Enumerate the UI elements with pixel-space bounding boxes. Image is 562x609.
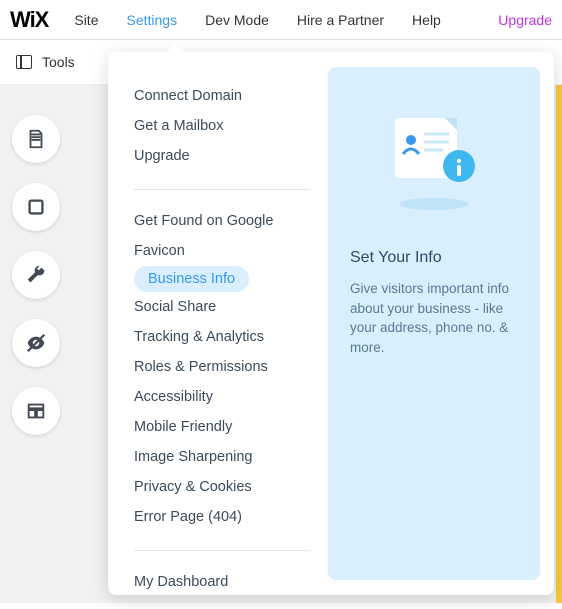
page-icon <box>25 128 47 150</box>
menu-upgrade[interactable]: Upgrade <box>134 141 200 171</box>
eye-off-icon <box>25 332 47 354</box>
nav-hire-partner[interactable]: Hire a Partner <box>297 12 384 28</box>
menu-divider <box>134 189 309 190</box>
menu-accessibility[interactable]: Accessibility <box>134 382 223 412</box>
menu-get-mailbox[interactable]: Get a Mailbox <box>134 111 233 141</box>
nav-upgrade[interactable]: Upgrade <box>498 12 552 28</box>
scroll-strip <box>556 85 562 603</box>
menu-error-page[interactable]: Error Page (404) <box>134 502 252 532</box>
wrench-icon <box>25 264 47 286</box>
menu-privacy[interactable]: Privacy & Cookies <box>134 472 262 502</box>
nav-site[interactable]: Site <box>74 12 98 28</box>
workspace: Connect Domain Get a Mailbox Upgrade Get… <box>0 85 562 603</box>
settings-group-1: Connect Domain Get a Mailbox Upgrade <box>134 75 328 183</box>
panel-icon <box>16 55 32 69</box>
icon-rail <box>12 115 60 435</box>
settings-menu: Connect Domain Get a Mailbox Upgrade Get… <box>118 67 328 580</box>
rail-tools-button[interactable] <box>12 251 60 299</box>
nav-help[interactable]: Help <box>412 12 441 28</box>
rail-layout-button[interactable] <box>12 387 60 435</box>
nav-settings[interactable]: Settings <box>126 12 177 28</box>
settings-dropdown: Connect Domain Get a Mailbox Upgrade Get… <box>108 52 554 595</box>
settings-preview: Set Your Info Give visitors important in… <box>328 67 540 580</box>
info-card-icon <box>369 104 499 214</box>
nav-dev-mode[interactable]: Dev Mode <box>205 12 269 28</box>
settings-group-3: My Dashboard <box>134 561 328 609</box>
top-nav: Site Settings Dev Mode Hire a Partner He… <box>74 12 552 28</box>
layout-icon <box>25 400 47 422</box>
rail-hide-button[interactable] <box>12 319 60 367</box>
wix-logo: WiX <box>10 7 48 33</box>
menu-mobile[interactable]: Mobile Friendly <box>134 412 242 442</box>
topbar: WiX Site Settings Dev Mode Hire a Partne… <box>0 0 562 40</box>
menu-divider-2 <box>134 550 309 551</box>
preview-illustration <box>350 99 518 219</box>
rail-background-button[interactable] <box>12 183 60 231</box>
preview-description: Give visitors important info about your … <box>350 279 518 357</box>
menu-social-share[interactable]: Social Share <box>134 292 226 322</box>
menu-my-dashboard[interactable]: My Dashboard <box>134 567 238 597</box>
menu-tracking[interactable]: Tracking & Analytics <box>134 322 274 352</box>
menu-roles[interactable]: Roles & Permissions <box>134 352 278 382</box>
square-icon <box>25 196 47 218</box>
menu-get-found[interactable]: Get Found on Google <box>134 206 283 236</box>
rail-pages-button[interactable] <box>12 115 60 163</box>
preview-title: Set Your Info <box>350 249 442 267</box>
menu-favicon[interactable]: Favicon <box>134 236 195 266</box>
tools-label[interactable]: Tools <box>42 54 75 70</box>
menu-connect-domain[interactable]: Connect Domain <box>134 81 252 111</box>
settings-group-2: Get Found on Google Favicon Business Inf… <box>134 200 328 544</box>
menu-sharpening[interactable]: Image Sharpening <box>134 442 263 472</box>
menu-business-info[interactable]: Business Info <box>134 266 249 292</box>
